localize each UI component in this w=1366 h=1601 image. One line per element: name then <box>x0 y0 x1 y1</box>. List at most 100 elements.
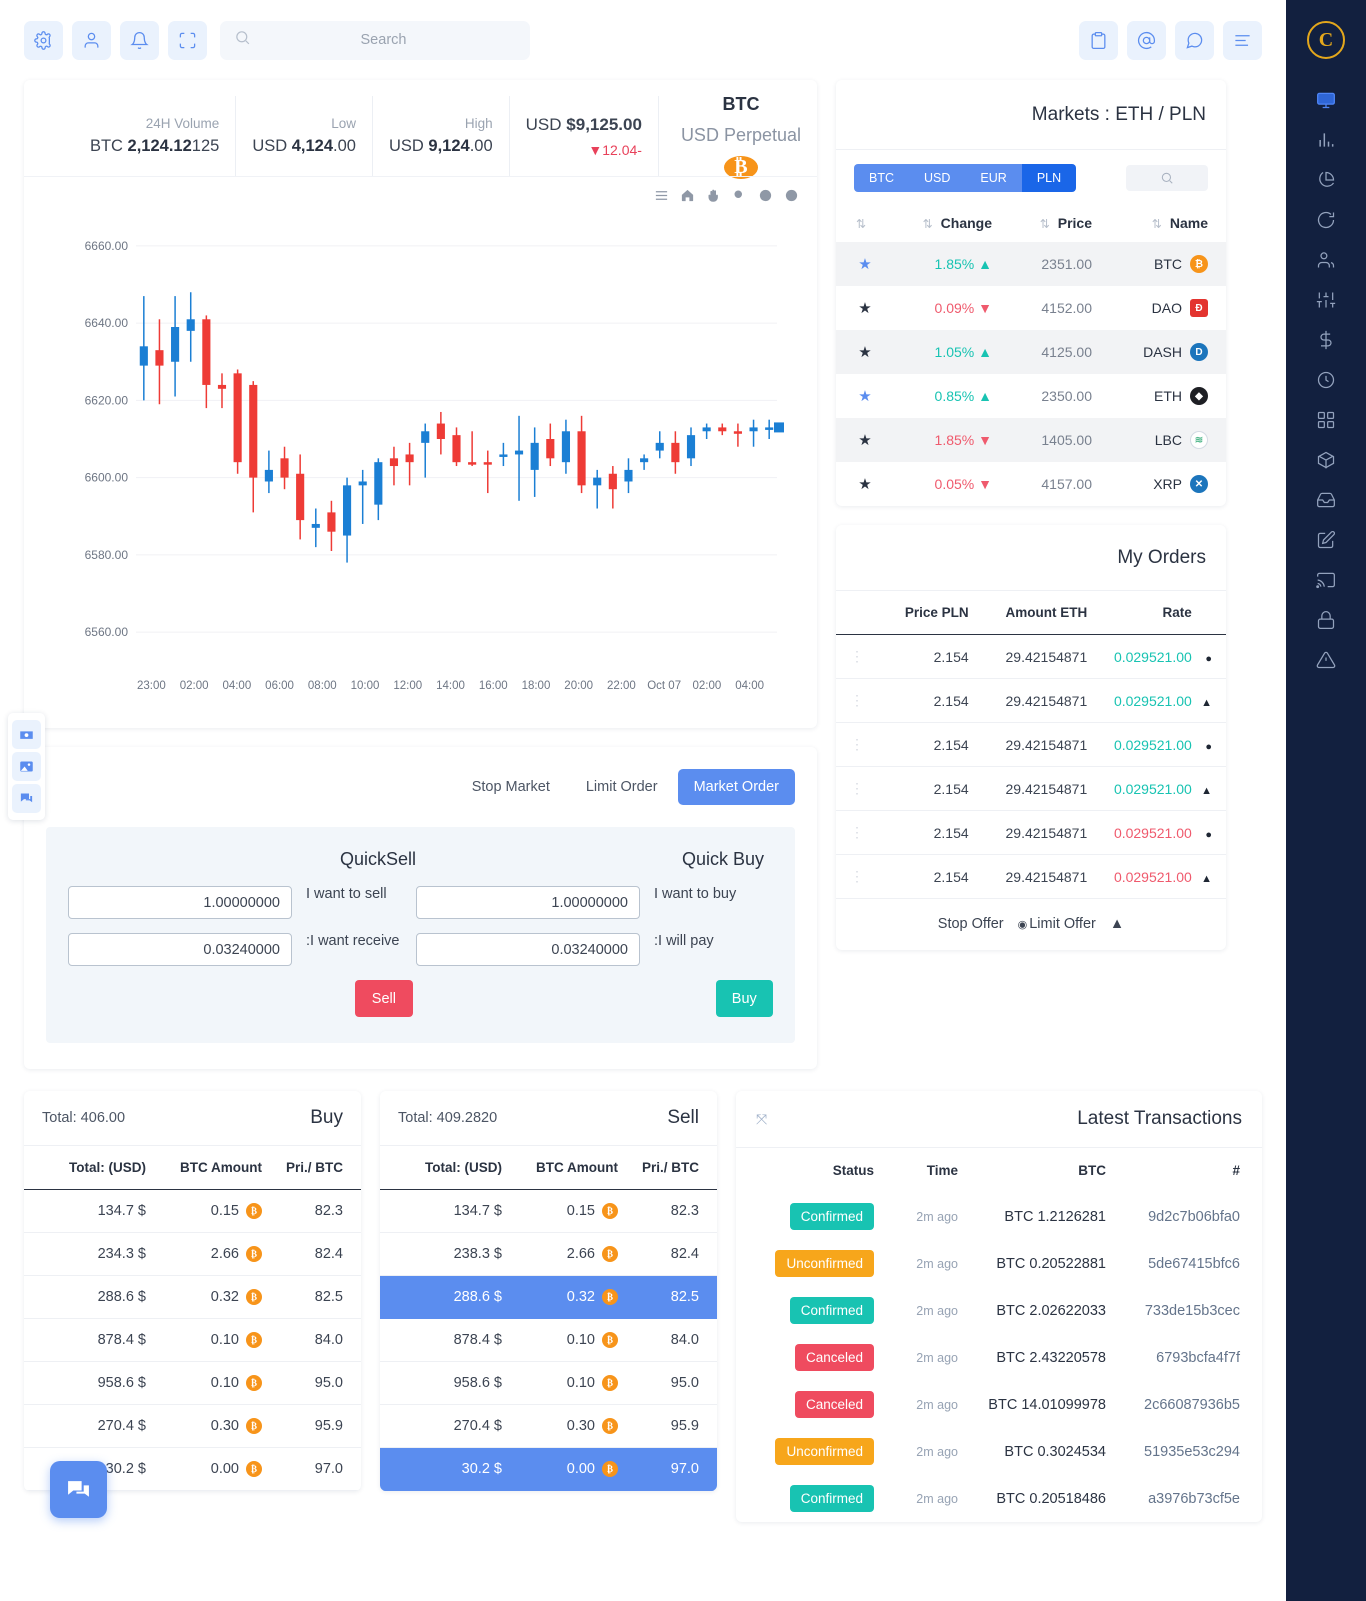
message-fab-icon[interactable] <box>50 1461 107 1518</box>
table-row[interactable]: 234.3 $ 2.66 ₿ 82.4 <box>24 1232 361 1276</box>
table-row[interactable]: 134.7 $ 0.15 ₿ 82.3 <box>24 1189 361 1233</box>
table-row[interactable]: ⋮ 2.154 29.42154871 0.029521.00 ● <box>836 810 1226 855</box>
tx-hash[interactable]: 733de15b3cec <box>1120 1287 1262 1334</box>
table-row[interactable]: Confirmed 2m ago BTC 1.2126281 9d2c7b06bfa0 <box>736 1193 1262 1240</box>
table-row[interactable]: 958.6 $ 0.10 ₿ 95.0 <box>24 1361 361 1405</box>
tab-stop-market[interactable]: Stop Market <box>456 769 566 805</box>
order-caret-icon[interactable]: ▲ <box>1201 697 1212 709</box>
sell-receive-input[interactable] <box>68 933 292 966</box>
chart-menu-icon[interactable] <box>654 188 669 203</box>
favorite-star-icon[interactable]: ★ <box>858 344 871 361</box>
favorite-star-icon[interactable]: ★ <box>858 388 871 405</box>
table-row[interactable]: 958.6 $ 0.10 ₿ 95.0 <box>380 1361 717 1405</box>
monitor-icon[interactable] <box>1286 80 1366 120</box>
table-row[interactable]: 270.4 $ 0.30 ₿ 95.9 <box>380 1404 717 1448</box>
home-icon[interactable] <box>680 188 695 203</box>
tx-hash[interactable]: 9d2c7b06bfa0 <box>1120 1193 1262 1240</box>
pie-chart-icon[interactable] <box>1286 160 1366 200</box>
edit-icon[interactable] <box>1286 520 1366 560</box>
users-icon[interactable] <box>1286 240 1366 280</box>
table-row[interactable]: 270.4 $ 0.30 ₿ 95.9 <box>24 1404 361 1448</box>
table-row[interactable]: ★ 0.05% ▼ 4157.00 XRP ✕ <box>836 462 1226 506</box>
order-dot-icon[interactable]: ● <box>1205 653 1212 665</box>
tx-hash[interactable]: 51935e53c294 <box>1120 1428 1262 1475</box>
lock-icon[interactable] <box>1286 600 1366 640</box>
favorite-star-icon[interactable]: ★ <box>858 300 871 317</box>
tx-hash[interactable]: a3976b73cf5e <box>1120 1475 1262 1522</box>
currency-filter-pln[interactable]: PLN <box>1021 164 1077 192</box>
buy-button[interactable]: Buy <box>715 980 774 1017</box>
user-icon[interactable] <box>72 20 111 60</box>
table-row[interactable]: 30.2 $ 0.00 ₿ 97.0 <box>380 1447 717 1491</box>
order-caret-icon[interactable]: ▲ <box>1201 873 1212 885</box>
table-row[interactable]: ★ 0.09% ▼ 4152.00 DAO Ð <box>836 286 1226 330</box>
currency-filter-usd[interactable]: USD <box>909 164 966 192</box>
tx-hash[interactable]: 6793bcfa4f7f <box>1120 1334 1262 1381</box>
table-row[interactable]: 878.4 $ 0.10 ₿ 84.0 <box>24 1318 361 1362</box>
table-row[interactable]: Confirmed 2m ago BTC 2.02622033 733de15b3ce… <box>736 1287 1262 1334</box>
table-row[interactable]: 238.3 $ 2.66 ₿ 82.4 <box>380 1232 717 1276</box>
zoom-out-icon[interactable] <box>758 188 773 203</box>
table-row[interactable]: Unconfirmed 2m ago BTC 0.3024534 51935e53c2… <box>736 1428 1262 1475</box>
expand-icon[interactable]: ⤧ <box>756 1111 767 1128</box>
chat-bubble-icon[interactable] <box>12 784 41 813</box>
bar-chart-icon[interactable] <box>1286 120 1366 160</box>
refresh-icon[interactable] <box>1286 200 1366 240</box>
cast-icon[interactable] <box>1286 560 1366 600</box>
limit-offer-option[interactable]: ◉ Limit Offer <box>1018 916 1096 932</box>
tab-limit-order[interactable]: Limit Order <box>570 769 674 805</box>
camera-icon[interactable] <box>12 720 41 749</box>
dollar-icon[interactable] <box>1286 320 1366 360</box>
table-row[interactable]: ⋮ 2.154 29.42154871 0.029521.00 ▲ <box>836 766 1226 811</box>
order-dot-icon[interactable]: ● <box>1205 829 1212 841</box>
markets-col-change[interactable]: ⇅ Change <box>894 204 1010 242</box>
table-row[interactable]: ★ 1.85% ▼ 1405.00 LBC ≋ <box>836 418 1226 462</box>
table-row[interactable]: ★ 0.85% ▲ 2350.00 ETH ◆ <box>836 374 1226 418</box>
app-logo[interactable]: C <box>1286 0 1366 80</box>
clipboard-icon[interactable] <box>1079 20 1118 60</box>
buy-amount-input[interactable] <box>416 886 640 919</box>
price-chart[interactable]: 6560.00 6580.00 6600.00 6620.00 6640.00 6660.… <box>24 176 817 728</box>
table-row[interactable]: 288.6 $ 0.32 ₿ 82.5 <box>24 1275 361 1319</box>
zoom-in-icon[interactable] <box>784 188 799 203</box>
table-row[interactable]: ★ 1.85% ▲ 2351.00 BTC ₿ <box>836 242 1226 286</box>
order-dot-icon[interactable]: ● <box>1205 741 1212 753</box>
sliders-icon[interactable] <box>1286 280 1366 320</box>
at-icon[interactable] <box>1127 20 1166 60</box>
table-row[interactable]: Unconfirmed 2m ago BTC 0.20522881 5de67415b… <box>736 1240 1262 1287</box>
alert-icon[interactable] <box>1286 640 1366 680</box>
table-row[interactable]: Canceled 2m ago BTC 2.43220578 6793bcfa4f7f <box>736 1334 1262 1381</box>
table-row[interactable]: ★ 1.05% ▲ 4125.00 DASH D <box>836 330 1226 374</box>
tx-hash[interactable]: 5de67415bfc6 <box>1120 1240 1262 1287</box>
currency-filter-eur[interactable]: EUR <box>965 164 1022 192</box>
clock-icon[interactable] <box>1286 360 1366 400</box>
markets-search-input[interactable] <box>1126 165 1208 191</box>
chat-icon[interactable] <box>1175 20 1214 60</box>
currency-filter-btc[interactable]: BTC <box>854 164 909 192</box>
table-row[interactable]: ⋮ 2.154 29.42154871 0.029521.00 ▲ <box>836 854 1226 899</box>
markets-col-fav[interactable]: ⇅ <box>836 204 894 242</box>
grid-icon[interactable] <box>1286 400 1366 440</box>
tx-hash[interactable]: 2c66087936b5 <box>1120 1381 1262 1428</box>
markets-col-price[interactable]: ⇅ Price <box>1010 204 1110 242</box>
box-icon[interactable] <box>1286 440 1366 480</box>
favorite-star-icon[interactable]: ★ <box>858 256 871 273</box>
order-caret-icon[interactable]: ▲ <box>1201 785 1212 797</box>
sell-button[interactable]: Sell <box>355 980 413 1017</box>
tab-market-order[interactable]: Market Order <box>677 769 795 805</box>
menu-lines-icon[interactable] <box>1223 20 1262 60</box>
zoom-select-icon[interactable] <box>732 188 747 203</box>
collapse-caret-icon[interactable]: ▲ <box>1110 916 1124 932</box>
table-row[interactable]: ⋮ 2.154 29.42154871 0.029521.00 ▲ <box>836 678 1226 723</box>
image-icon[interactable] <box>12 752 41 781</box>
table-row[interactable]: 288.6 $ 0.32 ₿ 82.5 <box>380 1275 717 1319</box>
table-row[interactable]: Confirmed 2m ago BTC 0.20518486 a3976b73cf5… <box>736 1475 1262 1522</box>
favorite-star-icon[interactable]: ★ <box>858 476 871 493</box>
inbox-icon[interactable] <box>1286 480 1366 520</box>
fullscreen-icon[interactable] <box>168 20 207 60</box>
table-row[interactable]: Canceled 2m ago BTC 14.01099978 2c66087936b… <box>736 1381 1262 1428</box>
table-row[interactable]: ⋮ 2.154 29.42154871 0.029521.00 ● <box>836 634 1226 679</box>
pan-hand-icon[interactable] <box>706 188 721 203</box>
buy-pay-input[interactable] <box>416 933 640 966</box>
table-row[interactable]: 134.7 $ 0.15 ₿ 82.3 <box>380 1189 717 1233</box>
